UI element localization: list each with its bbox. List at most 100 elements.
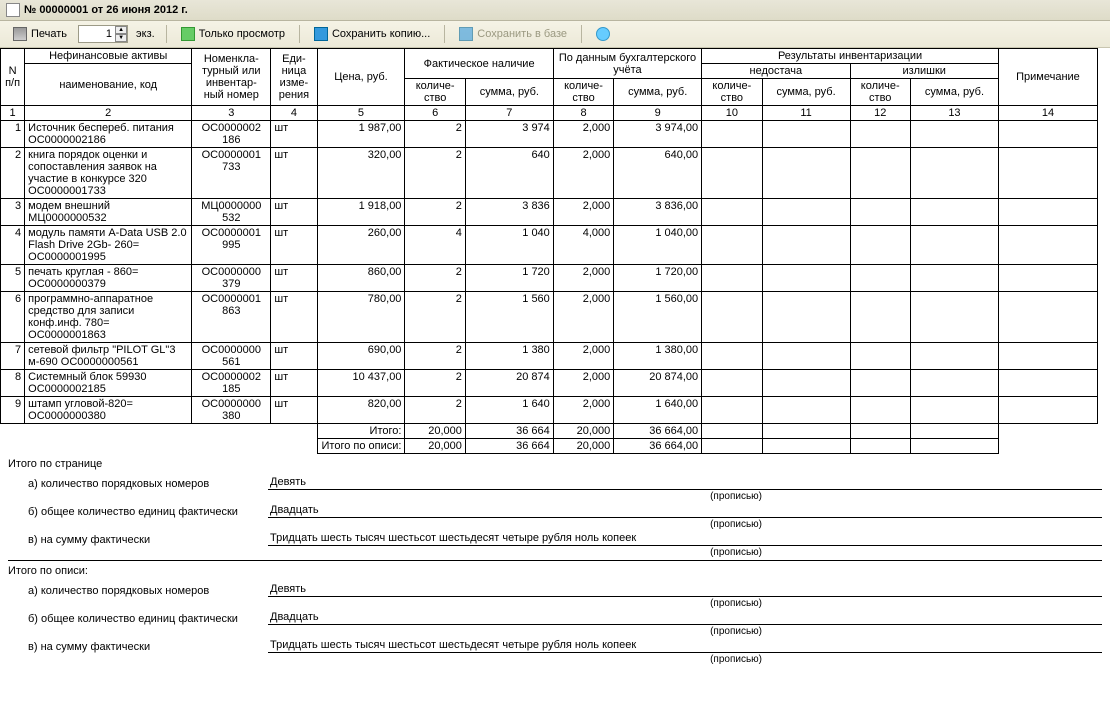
help-button[interactable] <box>589 24 617 44</box>
cell-short-s <box>762 397 850 424</box>
table-row[interactable]: 9штамп угловой-820= ОС0000000380ОС000000… <box>1 397 1098 424</box>
cell-unit: шт <box>271 226 317 265</box>
totals-row-opis: Итого по описи: 20,000 36 664 20,000 36 … <box>1 439 1098 454</box>
cell-short-s <box>762 370 850 397</box>
cell-surp-q <box>850 148 910 199</box>
table-row[interactable]: 2книга порядок оценки и сопоставления за… <box>1 148 1098 199</box>
cell-price: 10 437,00 <box>317 370 405 397</box>
cell-nomen: ОС0000000 561 <box>192 343 271 370</box>
cell-nomen: ОС0000002 185 <box>192 370 271 397</box>
cell-short-s <box>762 199 850 226</box>
cell-name: сетевой фильтр "PILOT GL"3 м-690 ОС00000… <box>25 343 192 370</box>
help-icon <box>596 27 610 41</box>
cell-as: 20 874,00 <box>614 370 702 397</box>
copies-up[interactable]: ▲ <box>115 26 127 34</box>
cell-short-q <box>702 148 762 199</box>
table-row[interactable]: 4модуль памяти A-Data USB 2.0 Flash Driv… <box>1 226 1098 265</box>
toolbar: Печать ▲ ▼ экз. Только просмотр Сохранит… <box>0 21 1110 48</box>
table-row[interactable]: 3модем внешний МЦ0000000532МЦ0000000 532… <box>1 199 1098 226</box>
totals-row-itogo: Итого: 20,000 36 664 20,000 36 664,00 <box>1 424 1098 439</box>
cell-fq: 2 <box>405 343 465 370</box>
page-summary-title: Итого по странице <box>8 458 1102 470</box>
cell-surp-s <box>910 292 998 343</box>
view-only-button[interactable]: Только просмотр <box>174 24 292 44</box>
th-short-qty: количе- ство <box>702 79 762 106</box>
separator <box>166 25 167 43</box>
cell-surp-s <box>910 226 998 265</box>
cell-note <box>998 397 1097 424</box>
copies-input[interactable] <box>79 27 115 41</box>
cell-note <box>998 292 1097 343</box>
th-unit: Еди- ница изме- рения <box>271 49 317 106</box>
th-nonfin: Нефинансовые активы <box>25 49 192 64</box>
inventory-table: N п/п Нефинансовые активы Номенкла- турн… <box>0 48 1098 454</box>
summary-a-label: а) количество порядковых номеров <box>8 478 268 490</box>
th-acct-qty: количе- ство <box>553 79 613 106</box>
print-label: Печать <box>31 28 67 40</box>
cell-fq: 4 <box>405 226 465 265</box>
table-header: N п/п Нефинансовые активы Номенкла- турн… <box>1 49 1098 121</box>
cell-as: 1 040,00 <box>614 226 702 265</box>
cell-fq: 2 <box>405 265 465 292</box>
itogo-opis-label: Итого по описи: <box>317 439 405 454</box>
summary-line-v2: в) на сумму фактически Тридцать шесть ты… <box>8 639 1102 653</box>
cell-short-s <box>762 265 850 292</box>
opis-aq: 20,000 <box>553 439 613 454</box>
copies-spinner[interactable]: ▲ ▼ <box>78 25 128 43</box>
colnum: 13 <box>910 106 998 121</box>
document-icon <box>6 3 20 17</box>
th-acct-sum: сумма, руб. <box>614 79 702 106</box>
cell-n: 2 <box>1 148 25 199</box>
cell-name: печать круглая - 860= ОС0000000379 <box>25 265 192 292</box>
separator <box>299 25 300 43</box>
cell-surp-q <box>850 292 910 343</box>
summary-a2-label: а) количество порядковых номеров <box>8 585 268 597</box>
cell-as: 3 836,00 <box>614 199 702 226</box>
itogo-fs: 36 664 <box>465 424 553 439</box>
itogo-as: 36 664,00 <box>614 424 702 439</box>
print-button[interactable]: Печать <box>6 24 74 44</box>
table-row[interactable]: 1Источник беспереб. питания ОС0000002186… <box>1 121 1098 148</box>
cell-name: программно-аппаратное средство для запис… <box>25 292 192 343</box>
cell-note <box>998 121 1097 148</box>
cell-short-q <box>702 397 762 424</box>
cell-nomen: МЦ0000000 532 <box>192 199 271 226</box>
opis-fq: 20,000 <box>405 439 465 454</box>
th-fact-qty: количе- ство <box>405 79 465 106</box>
cell-note <box>998 265 1097 292</box>
cell-name: модем внешний МЦ0000000532 <box>25 199 192 226</box>
colnum: 7 <box>465 106 553 121</box>
summary-line-v: в) на сумму фактически Тридцать шесть ты… <box>8 532 1102 546</box>
summary-v2-label: в) на сумму фактически <box>8 641 268 653</box>
itogo-aq: 20,000 <box>553 424 613 439</box>
colnum: 8 <box>553 106 613 121</box>
colnum: 12 <box>850 106 910 121</box>
save-copy-label: Сохранить копию... <box>332 28 430 40</box>
propis-hint: (прописью) <box>710 547 762 558</box>
cell-aq: 2,000 <box>553 397 613 424</box>
table-row[interactable]: 8Системный блок 59930 ОС0000002185ОС0000… <box>1 370 1098 397</box>
th-surp-qty: количе- ство <box>850 79 910 106</box>
copies-down[interactable]: ▼ <box>115 34 127 42</box>
cell-name: Системный блок 59930 ОС0000002185 <box>25 370 192 397</box>
cell-price: 1 918,00 <box>317 199 405 226</box>
table-row[interactable]: 6программно-аппаратное средство для запи… <box>1 292 1098 343</box>
th-note: Примечание <box>998 49 1097 106</box>
table-row[interactable]: 7сетевой фильтр "PILOT GL"3 м-690 ОС0000… <box>1 343 1098 370</box>
summary-b-label: б) общее количество единиц фактически <box>8 506 268 518</box>
cell-as: 1 560,00 <box>614 292 702 343</box>
colnum: 2 <box>25 106 192 121</box>
cell-price: 320,00 <box>317 148 405 199</box>
cell-aq: 2,000 <box>553 370 613 397</box>
colnum: 1 <box>1 106 25 121</box>
cell-price: 780,00 <box>317 292 405 343</box>
cell-note <box>998 343 1097 370</box>
table-row[interactable]: 5печать круглая - 860= ОС0000000379ОС000… <box>1 265 1098 292</box>
cell-surp-q <box>850 121 910 148</box>
save-base-button[interactable]: Сохранить в базе <box>452 24 574 44</box>
save-copy-button[interactable]: Сохранить копию... <box>307 24 437 44</box>
cell-note <box>998 226 1097 265</box>
cell-fs: 1 640 <box>465 397 553 424</box>
cell-surp-s <box>910 148 998 199</box>
cell-name: штамп угловой-820= ОС0000000380 <box>25 397 192 424</box>
